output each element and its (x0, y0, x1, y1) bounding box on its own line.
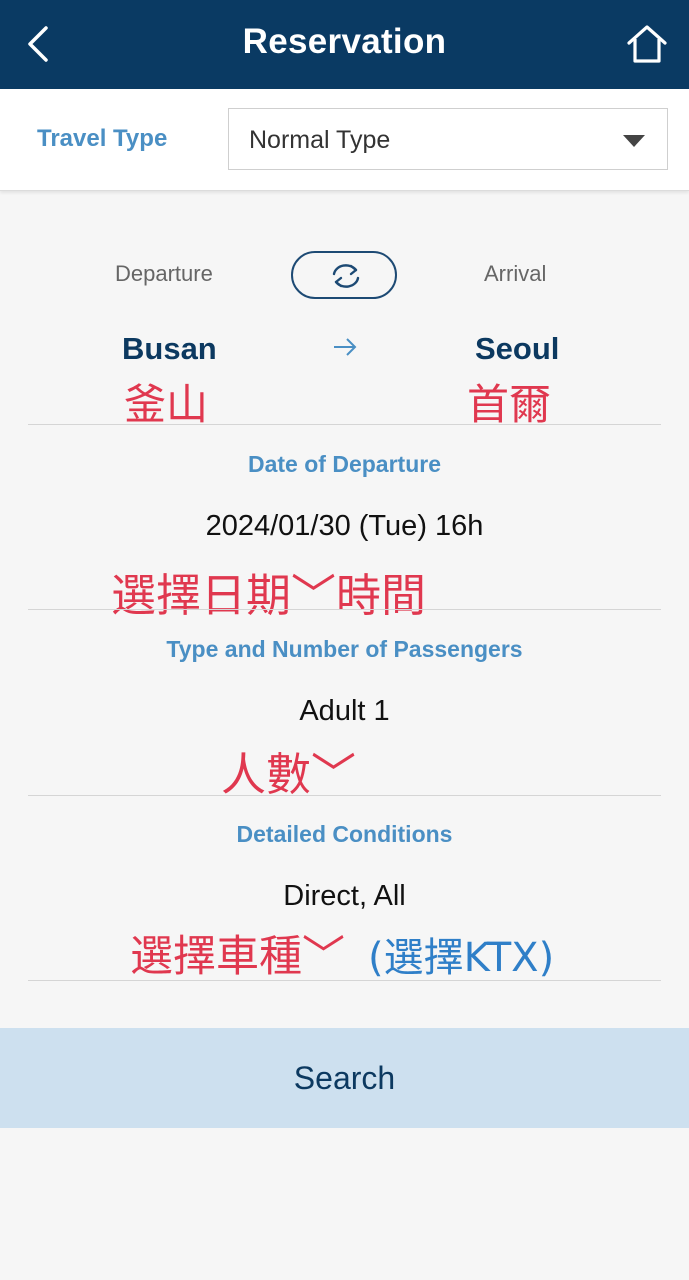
divider (28, 980, 661, 981)
travel-type-dropdown[interactable]: Normal Type (228, 108, 668, 170)
divider (28, 795, 661, 796)
conditions-section-title: Detailed Conditions (236, 821, 453, 847)
travel-type-bar: Travel Type Normal Type (0, 89, 689, 191)
search-button[interactable]: Search (0, 1028, 689, 1128)
passenger-section-title: Type and Number of Passengers (166, 636, 523, 662)
swap-stations-button[interactable] (291, 251, 397, 299)
swap-icon (332, 264, 360, 288)
home-button[interactable] (626, 22, 668, 66)
app-header: Reservation (0, 0, 689, 89)
departure-label: Departure (115, 261, 213, 286)
arrival-label: Arrival (484, 261, 547, 286)
conditions-value[interactable]: Direct, All (0, 880, 689, 913)
direction-arrow-icon (332, 336, 358, 363)
home-icon (627, 25, 667, 63)
conditions-annotation: 選擇車種﹀ (130, 932, 345, 982)
departure-date-value[interactable]: 2024/01/30 (Tue) 16h (0, 510, 689, 543)
departure-annotation: 釜山 (124, 380, 209, 429)
passenger-annotation: 人數﹀ (221, 748, 357, 801)
arrival-station[interactable]: Seoul (475, 331, 559, 367)
travel-type-value: Normal Type (249, 126, 391, 154)
passenger-value[interactable]: Adult 1 (0, 695, 689, 728)
date-section-title: Date of Departure (248, 451, 441, 477)
travel-type-label: Travel Type (37, 125, 168, 152)
divider (28, 424, 661, 425)
date-annotation: 選擇日期﹀時間 (111, 569, 427, 622)
ktx-annotation: (選擇KTX) (368, 935, 555, 981)
divider (28, 609, 661, 610)
dropdown-caret-icon (623, 135, 645, 147)
arrival-annotation: 首爾 (467, 380, 552, 429)
page-title: Reservation (242, 22, 447, 61)
departure-station[interactable]: Busan (122, 331, 217, 367)
